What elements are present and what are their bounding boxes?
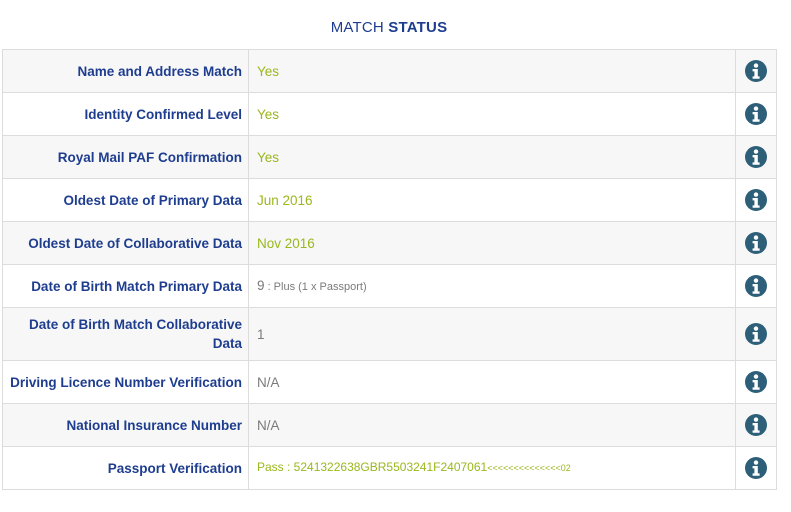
info-icon[interactable] bbox=[745, 189, 767, 211]
match-status-table: Name and Address Match Yes Identity Conf… bbox=[2, 49, 777, 490]
info-cell bbox=[735, 92, 777, 136]
match-status-panel: MATCH STATUS Name and Address Match Yes … bbox=[0, 0, 791, 512]
value-detail: <<<<<<<<<<<<<<02 bbox=[487, 463, 571, 473]
row-label: Passport Verification bbox=[2, 446, 249, 490]
page-title: MATCH STATUS bbox=[0, 19, 778, 36]
info-cell bbox=[735, 307, 777, 361]
value-main: 9 bbox=[257, 277, 265, 293]
info-cell bbox=[735, 178, 777, 222]
row-label: Date of Birth Match Primary Data bbox=[2, 264, 249, 308]
info-cell bbox=[735, 49, 777, 93]
table-row: Date of Birth Match Primary Data 9 : Plu… bbox=[2, 264, 777, 308]
info-cell bbox=[735, 135, 777, 179]
row-value: Yes bbox=[248, 135, 736, 179]
info-cell bbox=[735, 360, 777, 404]
table-row: National Insurance Number N/A bbox=[2, 403, 777, 447]
info-icon[interactable] bbox=[745, 60, 767, 82]
row-label: National Insurance Number bbox=[2, 403, 249, 447]
row-value: N/A bbox=[248, 403, 736, 447]
table-row: Oldest Date of Collaborative Data Nov 20… bbox=[2, 221, 777, 265]
info-icon[interactable] bbox=[745, 371, 767, 393]
row-label: Name and Address Match bbox=[2, 49, 249, 93]
row-value: Pass : 5241322638GBR5503241F2407061<<<<<… bbox=[248, 446, 736, 490]
table-row: Royal Mail PAF Confirmation Yes bbox=[2, 135, 777, 179]
info-icon[interactable] bbox=[745, 414, 767, 436]
info-icon[interactable] bbox=[745, 275, 767, 297]
row-value: Yes bbox=[248, 92, 736, 136]
table-row: Passport Verification Pass : 5241322638G… bbox=[2, 446, 777, 490]
row-value: N/A bbox=[248, 360, 736, 404]
table-row: Identity Confirmed Level Yes bbox=[2, 92, 777, 136]
info-icon[interactable] bbox=[745, 146, 767, 168]
table-row: Oldest Date of Primary Data Jun 2016 bbox=[2, 178, 777, 222]
info-icon[interactable] bbox=[745, 232, 767, 254]
row-label: Date of Birth Match Collaborative Data bbox=[2, 307, 249, 361]
value-detail: : Plus (1 x Passport) bbox=[264, 280, 367, 293]
info-icon[interactable] bbox=[745, 103, 767, 125]
table-row: Name and Address Match Yes bbox=[2, 49, 777, 93]
info-cell bbox=[735, 446, 777, 490]
info-cell bbox=[735, 221, 777, 265]
info-cell bbox=[735, 264, 777, 308]
row-label: Driving Licence Number Verification bbox=[2, 360, 249, 404]
title-prefix: MATCH bbox=[330, 19, 384, 36]
title-strong: STATUS bbox=[388, 19, 448, 36]
table-row: Date of Birth Match Collaborative Data 1 bbox=[2, 307, 777, 361]
row-label: Oldest Date of Primary Data bbox=[2, 178, 249, 222]
row-value: Yes bbox=[248, 49, 736, 93]
row-value: Jun 2016 bbox=[248, 178, 736, 222]
row-value: 9 : Plus (1 x Passport) bbox=[248, 264, 736, 308]
row-value: Nov 2016 bbox=[248, 221, 736, 265]
info-icon[interactable] bbox=[745, 323, 767, 345]
row-label: Oldest Date of Collaborative Data bbox=[2, 221, 249, 265]
table-row: Driving Licence Number Verification N/A bbox=[2, 360, 777, 404]
row-value: 1 bbox=[248, 307, 736, 361]
value-main: Pass : 5241322638GBR5503241F2407061 bbox=[257, 460, 488, 474]
info-cell bbox=[735, 403, 777, 447]
row-label: Identity Confirmed Level bbox=[2, 92, 249, 136]
info-icon[interactable] bbox=[745, 457, 767, 479]
row-label: Royal Mail PAF Confirmation bbox=[2, 135, 249, 179]
